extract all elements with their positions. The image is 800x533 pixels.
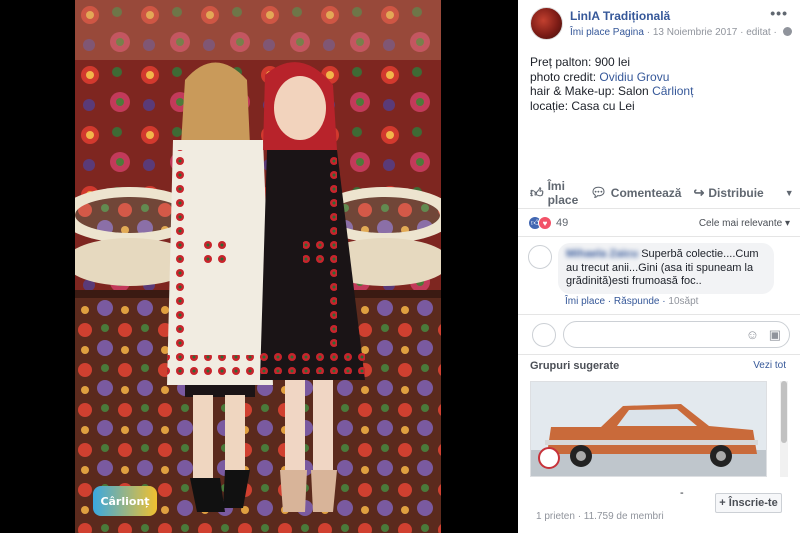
photo-illustration <box>75 0 441 533</box>
comment-sort-dropdown[interactable]: Cele mai relevante ▾ <box>699 218 790 229</box>
globe-icon <box>782 27 792 36</box>
commenter-avatar[interactable] <box>528 245 552 269</box>
location-text: locație: Casa cu Lei <box>530 98 635 113</box>
watermark-logo: Cârlionț <box>93 486 157 516</box>
comment-time[interactable]: 10săpt <box>668 296 698 307</box>
comment-actions: Îmi place · Răspunde · 10săpt <box>565 296 698 307</box>
edited-label[interactable]: editat <box>746 27 770 38</box>
current-user-avatar <box>532 323 556 347</box>
comment-icon: 💬︎ <box>590 185 607 200</box>
post-date[interactable]: 13 Noiembrie 2017 <box>653 27 738 38</box>
group-cover-image[interactable] <box>530 381 767 477</box>
group-name[interactable]: - <box>680 487 684 499</box>
salon-link[interactable]: Cârlionț <box>652 84 693 98</box>
post-photo[interactable]: Cârlionț <box>75 0 441 533</box>
more-options-icon[interactable]: ••• <box>770 5 788 21</box>
page-name-link[interactable]: LinIA Tradițională <box>570 9 670 23</box>
comment-label: Comentează <box>610 186 682 200</box>
post-line: hair & Make-up: Salon Cârlionț <box>530 84 790 99</box>
reaction-count: 49 <box>556 217 569 229</box>
comment-input-icons: ☺ ▣ <box>746 327 781 343</box>
divider <box>518 314 800 315</box>
like-label: Îmi place <box>547 179 579 207</box>
post-line: photo credit: Ovidiu Grovu <box>530 70 790 85</box>
love-reaction-icon: ♥ <box>538 216 552 230</box>
reactions-summary[interactable]: 👍︎ ♥ 49 <box>528 216 568 230</box>
scrollbar-thumb[interactable] <box>781 381 787 443</box>
like-button[interactable]: 👍︎ Îmi place <box>530 179 578 207</box>
post-panel: LinIA Tradițională Îmi place Pagina · 13… <box>518 0 800 533</box>
post-line: Preț palton: 900 lei <box>530 55 790 70</box>
share-label: Distribuie <box>708 186 764 200</box>
comment-bubble: Mihaela Zaicu Superbă colectie....Cum au… <box>558 243 774 294</box>
divider <box>518 354 800 355</box>
page-avatar[interactable] <box>530 7 563 40</box>
post-meta: Îmi place Pagina · 13 Noiembrie 2017 · e… <box>570 27 792 38</box>
meta-separator: · <box>773 27 780 38</box>
price-text: Preț palton: 900 lei <box>530 55 631 69</box>
thumbs-up-icon: 👍︎ <box>530 185 544 200</box>
commenter-name[interactable]: Mihaela Zaicu <box>566 248 638 260</box>
chevron-down-icon[interactable]: ▼ <box>785 188 794 198</box>
divider <box>518 208 800 209</box>
share-button[interactable]: ↪ Distribuie <box>693 185 763 201</box>
post-text: Preț palton: 900 lei photo credit: Ovidi… <box>530 55 790 113</box>
comment-reply-link[interactable]: Răspunde <box>614 296 660 307</box>
makeup-label: hair & Make-up: Salon <box>530 84 653 98</box>
comment-button[interactable]: 💬︎ Comentează <box>590 185 681 201</box>
sticker-icon[interactable]: ▣ <box>769 327 781 342</box>
join-group-button[interactable]: + Înscrie-te <box>715 493 782 513</box>
group-meta: 1 prieten · 11.759 de membri <box>536 511 664 522</box>
photographer-link[interactable]: Ovidiu Grovu <box>599 70 669 84</box>
like-page-link[interactable]: Îmi place Pagina <box>570 27 644 38</box>
divider <box>518 236 800 237</box>
photo-viewer: Cârlionț <box>0 0 518 533</box>
emoji-icon[interactable]: ☺ <box>746 327 759 342</box>
photo-credit-label: photo credit: <box>530 69 600 84</box>
post-actions: 👍︎ Îmi place 💬︎ Comentează ↪ Distribuie … <box>530 179 794 207</box>
comment-like-link[interactable]: Îmi place <box>565 296 605 307</box>
group-cover-illustration <box>531 382 766 476</box>
see-all-link[interactable]: Vezi tot <box>753 360 786 371</box>
share-icon: ↪ <box>693 185 705 200</box>
suggested-groups-title: Grupuri sugerate <box>530 360 620 372</box>
watermark-text: Cârlionț <box>100 494 150 508</box>
post-line: locație: Casa cu Lei <box>530 99 790 114</box>
write-comment-input[interactable]: ☺ ▣ <box>563 321 790 348</box>
